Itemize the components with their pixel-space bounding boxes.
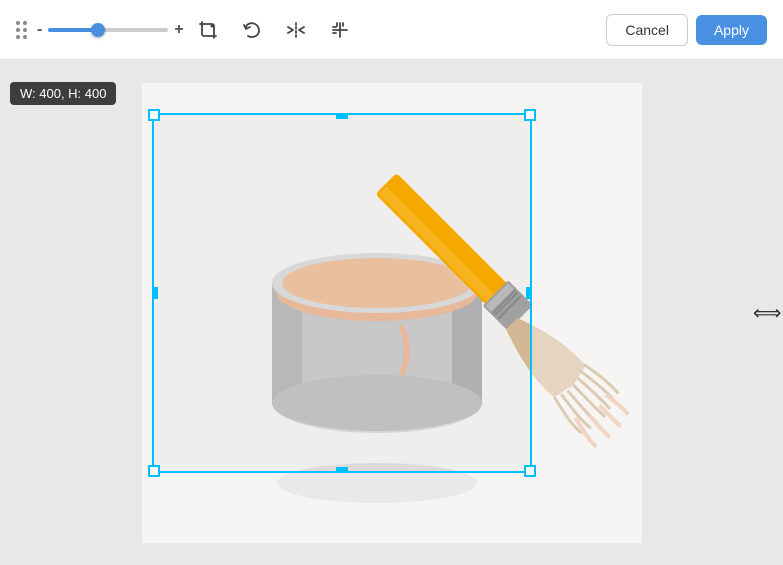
crop-icon xyxy=(198,20,218,40)
cancel-button[interactable]: Cancel xyxy=(606,14,688,46)
crop-handle-top[interactable] xyxy=(336,113,348,119)
crop-overlay-left xyxy=(142,113,152,473)
dimensions-label: W: 400, H: 400 xyxy=(20,86,106,101)
toolbar-buttons: Cancel Apply xyxy=(606,14,767,46)
crop-handle-bottom-right[interactable] xyxy=(524,465,536,477)
undo-icon xyxy=(242,20,262,40)
crop-handle-left[interactable] xyxy=(152,287,158,299)
toolbar: - + xyxy=(0,0,783,60)
canvas-area: W: 400, H: 400 xyxy=(0,60,783,565)
crop-handle-top-left[interactable] xyxy=(148,109,160,121)
zoom-slider[interactable] xyxy=(48,28,168,32)
drag-handle[interactable] xyxy=(16,21,27,39)
aspect-icon-button[interactable] xyxy=(326,16,354,44)
crop-handle-bottom-left[interactable] xyxy=(148,465,160,477)
crop-overlay-bottom xyxy=(142,473,642,543)
dimensions-tooltip: W: 400, H: 400 xyxy=(10,82,116,105)
crop-handle-bottom[interactable] xyxy=(336,467,348,473)
crop-icon-button[interactable] xyxy=(194,16,222,44)
aspect-ratio-icon xyxy=(330,20,350,40)
toolbar-icons xyxy=(194,16,354,44)
crop-box[interactable] xyxy=(152,113,532,473)
flip-icon xyxy=(286,20,306,40)
flip-icon-button[interactable] xyxy=(282,16,310,44)
crop-overlay-top xyxy=(142,83,642,113)
crop-container: ⟺ xyxy=(142,83,642,543)
slider-plus-button[interactable]: + xyxy=(174,21,183,39)
crop-overlay-right xyxy=(532,113,642,473)
slider-minus-button[interactable]: - xyxy=(37,21,42,39)
slider-container: - + xyxy=(37,21,184,39)
resize-cursor-indicator: ⟺ xyxy=(753,300,782,325)
crop-handle-right[interactable] xyxy=(526,287,532,299)
toolbar-left: - + xyxy=(16,16,594,44)
undo-icon-button[interactable] xyxy=(238,16,266,44)
apply-button[interactable]: Apply xyxy=(696,15,767,45)
crop-handle-top-right[interactable] xyxy=(524,109,536,121)
